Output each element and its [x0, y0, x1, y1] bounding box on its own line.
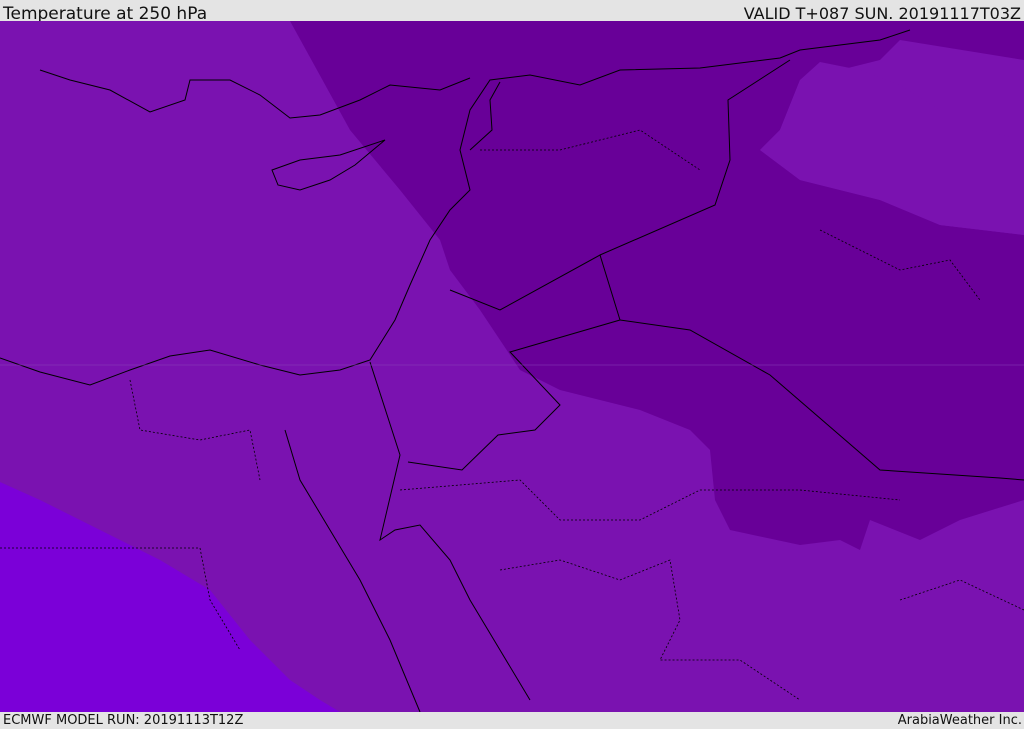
temperature-map[interactable] — [0, 21, 1024, 712]
credit-text: ArabiaWeather Inc. — [897, 713, 1022, 728]
model-run: ECMWF MODEL RUN: 20191113T12Z — [3, 713, 244, 728]
footer-bar: ECMWF MODEL RUN: 20191113T12Z ArabiaWeat… — [0, 712, 1024, 729]
header-bar: Temperature at 250 hPa VALID T+087 SUN. … — [0, 0, 1024, 24]
